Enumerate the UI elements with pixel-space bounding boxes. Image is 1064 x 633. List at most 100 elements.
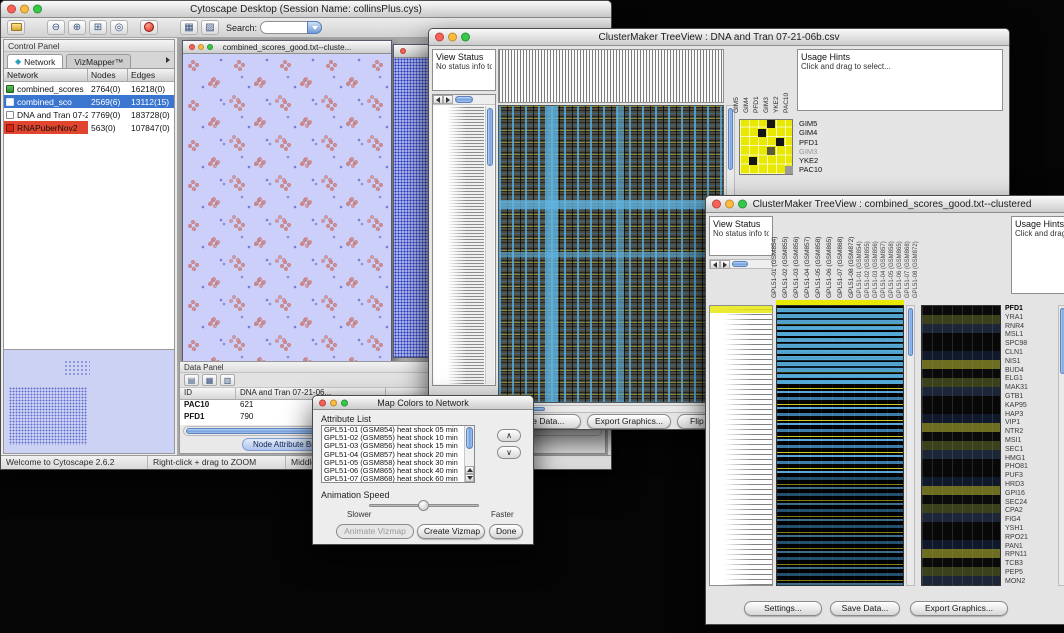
gene-label[interactable]: CPA2 bbox=[1005, 507, 1055, 516]
gene-label[interactable]: RPO21 bbox=[1005, 534, 1055, 543]
minimize-button[interactable] bbox=[198, 44, 204, 50]
gene-label[interactable]: GIM3 bbox=[799, 147, 839, 156]
zoom-vscrollbar[interactable] bbox=[1058, 305, 1064, 586]
gene-label[interactable]: SEC24 bbox=[1005, 499, 1055, 508]
gene-label[interactable]: YSH1 bbox=[1005, 525, 1055, 534]
zoom-button[interactable] bbox=[738, 200, 747, 209]
minimize-button[interactable] bbox=[448, 33, 457, 42]
scroll-up-button[interactable] bbox=[465, 466, 474, 474]
minimize-button[interactable] bbox=[330, 399, 337, 406]
row-dendrogram[interactable] bbox=[709, 305, 773, 586]
scrollbar-track[interactable] bbox=[730, 260, 772, 268]
network-view-canvas[interactable] bbox=[183, 54, 391, 361]
tab-network[interactable]: ◆ Network bbox=[7, 54, 63, 68]
dialog-titlebar[interactable]: Map Colors to Network bbox=[313, 396, 533, 410]
close-button[interactable] bbox=[712, 200, 721, 209]
data-panel-tool-button[interactable]: ▦ bbox=[202, 374, 217, 386]
gene-label[interactable]: RPN11 bbox=[1005, 551, 1055, 560]
column-dendrogram[interactable] bbox=[498, 49, 724, 103]
gene-label[interactable]: MON2 bbox=[1005, 578, 1055, 587]
global-hscrollbar[interactable] bbox=[709, 259, 773, 269]
network-row-rnapubernov2[interactable]: RNAPuberNov2 563(0) 107847(0) bbox=[4, 121, 174, 134]
close-button[interactable] bbox=[189, 44, 195, 50]
scrollbar-track[interactable] bbox=[453, 95, 495, 104]
global-vscrollbar[interactable] bbox=[485, 106, 494, 384]
scrollbar-thumb[interactable] bbox=[487, 108, 493, 166]
scroll-left-button[interactable] bbox=[710, 260, 720, 269]
gene-label[interactable]: ELG1 bbox=[1005, 375, 1055, 384]
gene-label[interactable]: KAP95 bbox=[1005, 402, 1055, 411]
vizmapper-button[interactable]: ▨ bbox=[201, 20, 219, 35]
zoom-out-button[interactable]: ⊖ bbox=[47, 20, 65, 35]
network-window-titlebar[interactable]: combined_scores_good.txt--cluste... bbox=[183, 41, 391, 54]
scroll-right-button[interactable] bbox=[443, 95, 453, 104]
gene-label[interactable]: FIG4 bbox=[1005, 516, 1055, 525]
gene-label[interactable]: HMG1 bbox=[1005, 455, 1055, 464]
scrollbar-thumb[interactable] bbox=[1060, 308, 1064, 374]
zoom-button[interactable] bbox=[207, 44, 213, 50]
gene-label[interactable]: VIP1 bbox=[1005, 419, 1055, 428]
slider-thumb[interactable] bbox=[418, 500, 429, 511]
move-up-button[interactable]: ∧ bbox=[497, 429, 521, 442]
scrollbar-thumb[interactable] bbox=[732, 261, 748, 267]
gene-label[interactable]: PUF3 bbox=[1005, 472, 1055, 481]
column-header-id[interactable]: ID bbox=[180, 388, 236, 399]
data-panel-tool-button[interactable]: ▥ bbox=[220, 374, 235, 386]
gene-label[interactable]: SPC98 bbox=[1005, 340, 1055, 349]
zoom-in-button[interactable]: ⊕ bbox=[68, 20, 86, 35]
gene-label[interactable]: NTR2 bbox=[1005, 428, 1055, 437]
column-header-network[interactable]: Network bbox=[4, 69, 88, 81]
animation-speed-slider[interactable] bbox=[369, 504, 479, 507]
gene-label[interactable]: GIM5 bbox=[799, 119, 839, 128]
zoom-button[interactable] bbox=[461, 33, 470, 42]
create-vizmap-button[interactable]: Create Vizmap bbox=[417, 524, 485, 539]
zoom-selected-button[interactable]: ◎ bbox=[110, 20, 128, 35]
save-data-button[interactable]: Save Data... bbox=[830, 601, 900, 616]
gene-label[interactable]: BUD4 bbox=[1005, 367, 1055, 376]
column-header-nodes[interactable]: Nodes bbox=[88, 69, 128, 81]
animate-vizmap-button[interactable]: Animate Vizmap bbox=[336, 524, 414, 539]
gene-label[interactable]: PAC10 bbox=[799, 165, 839, 174]
done-button[interactable]: Done bbox=[489, 524, 523, 539]
network-overview-thumbnail[interactable] bbox=[4, 349, 174, 453]
zoom-button[interactable] bbox=[33, 5, 42, 14]
move-down-button[interactable]: ∨ bbox=[497, 446, 521, 459]
gene-label[interactable]: NIS1 bbox=[1005, 358, 1055, 367]
gene-label[interactable]: HAP3 bbox=[1005, 411, 1055, 420]
zoom-button[interactable] bbox=[341, 399, 348, 406]
grid-layout-button[interactable]: ▦ bbox=[180, 20, 198, 35]
scroll-down-button[interactable] bbox=[465, 474, 474, 482]
export-graphics-button[interactable]: Export Graphics... bbox=[587, 414, 671, 429]
close-button[interactable] bbox=[7, 5, 16, 14]
row-dendrogram-global[interactable] bbox=[434, 106, 484, 384]
global-view-pane[interactable] bbox=[432, 94, 496, 386]
scroll-left-button[interactable] bbox=[433, 95, 443, 104]
destroy-network-button[interactable] bbox=[140, 20, 158, 35]
global-hscrollbar[interactable] bbox=[433, 95, 495, 105]
attribute-item[interactable]: GPL51-07 (GSM868) heat shock 60 min bbox=[322, 475, 464, 482]
treeview-combined-titlebar[interactable]: ClusterMaker TreeView : combined_scores_… bbox=[706, 196, 1064, 213]
zoom-heatmap[interactable] bbox=[921, 305, 1001, 586]
list-vscrollbar[interactable] bbox=[464, 426, 474, 482]
tab-overflow-button[interactable] bbox=[166, 55, 170, 65]
gene-label[interactable]: MSI1 bbox=[1005, 437, 1055, 446]
gene-label[interactable]: PHO81 bbox=[1005, 463, 1055, 472]
scrollbar-thumb[interactable] bbox=[455, 96, 473, 103]
gene-label[interactable]: PAN1 bbox=[1005, 543, 1055, 552]
zoom-fit-button[interactable]: ⊞ bbox=[89, 20, 107, 35]
heatmap-vscrollbar[interactable] bbox=[906, 305, 915, 586]
network-row-dna-and-tran[interactable]: DNA and Tran 07-2 7769(0) 183728(0) bbox=[4, 108, 174, 121]
heatmap-main-view[interactable] bbox=[776, 305, 904, 586]
gene-label[interactable]: HRD3 bbox=[1005, 481, 1055, 490]
gene-label[interactable]: PFD1 bbox=[799, 138, 839, 147]
gene-label[interactable]: SEC1 bbox=[1005, 446, 1055, 455]
close-button[interactable] bbox=[400, 48, 406, 54]
column-header-edges[interactable]: Edges bbox=[128, 69, 174, 81]
search-dropdown-button[interactable] bbox=[307, 21, 322, 34]
gene-label[interactable]: GIM4 bbox=[799, 128, 839, 137]
open-session-button[interactable] bbox=[7, 20, 25, 35]
gene-label[interactable]: YKE2 bbox=[799, 156, 839, 165]
minimize-button[interactable] bbox=[20, 5, 29, 14]
close-button[interactable] bbox=[435, 33, 444, 42]
export-graphics-button[interactable]: Export Graphics... bbox=[910, 601, 1008, 616]
